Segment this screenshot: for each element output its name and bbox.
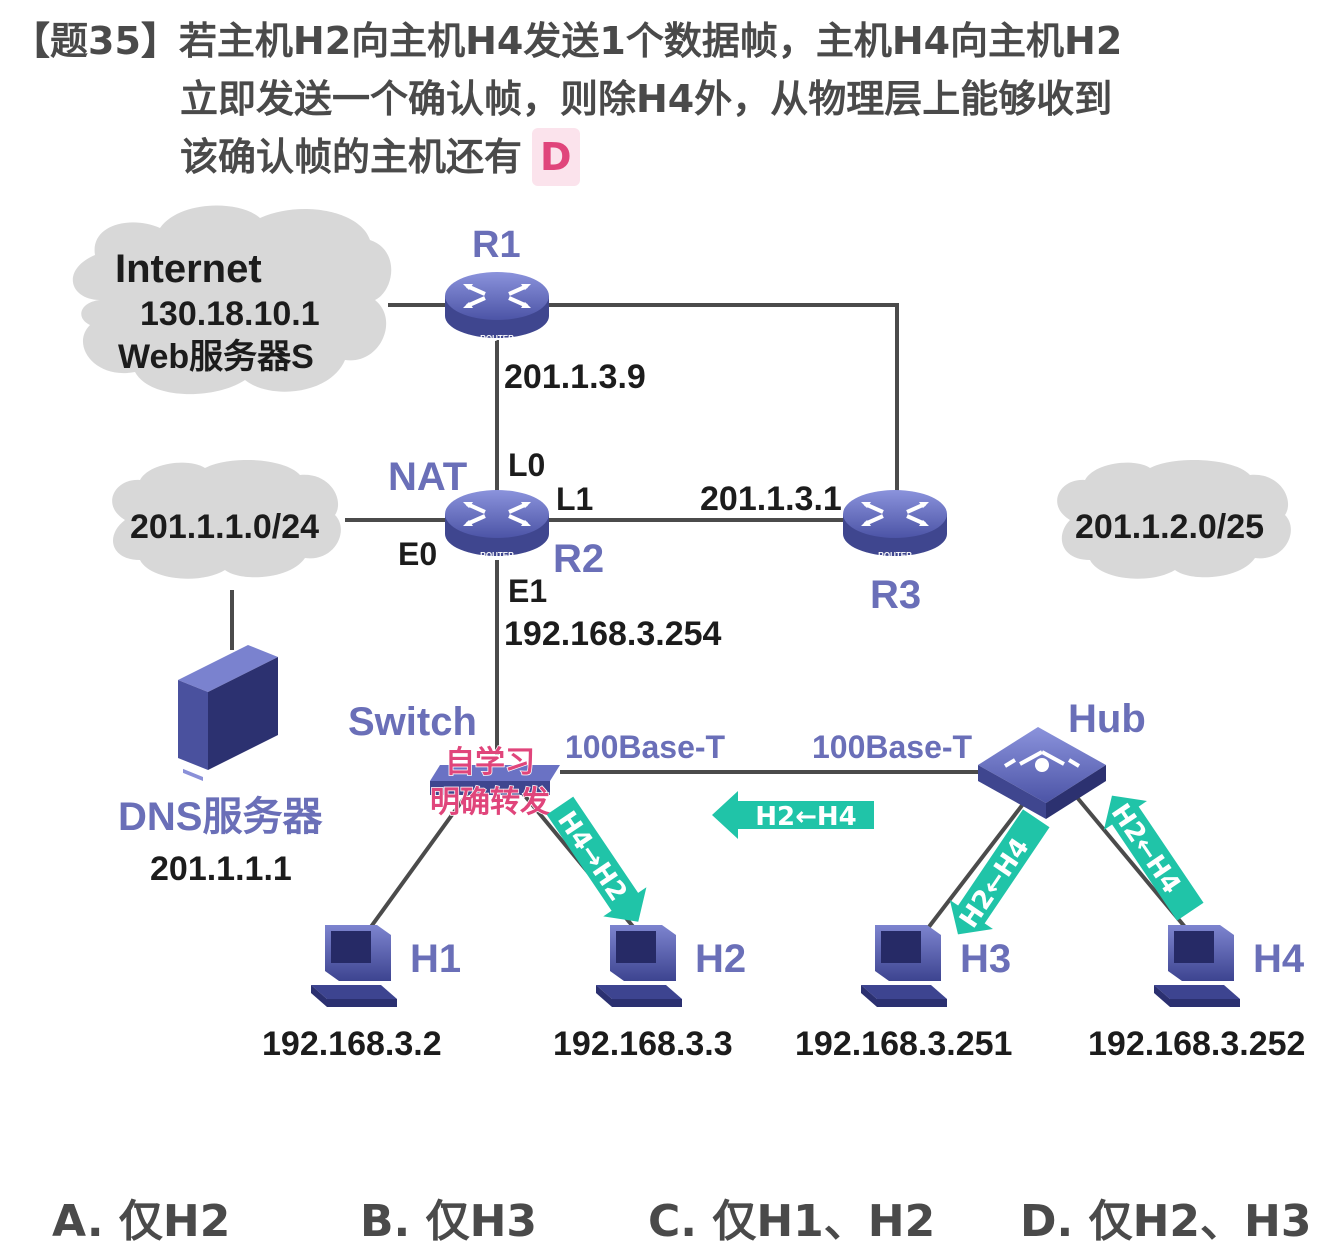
arrow-hub-to-h3: H2←H4 bbox=[949, 809, 1050, 935]
switch: Switch 自学习 明确转发 bbox=[348, 700, 560, 821]
option-a-letter: A. bbox=[52, 1196, 104, 1247]
host-h4-ip: 192.168.3.252 bbox=[1088, 1025, 1305, 1063]
lan1-label: 201.1.1.0/24 bbox=[130, 508, 319, 546]
option-d-text: 仅H2、H3 bbox=[1088, 1196, 1312, 1247]
option-b-letter: B. bbox=[360, 1196, 411, 1247]
host-h1: H1 192.168.3.2 bbox=[262, 925, 461, 1063]
lan1-cloud: 201.1.1.0/24 bbox=[112, 459, 341, 579]
host-h2-name: H2 bbox=[695, 937, 746, 981]
router-r1-icon-text: ROUTER bbox=[480, 334, 514, 343]
port-e0: E0 bbox=[398, 536, 437, 572]
internet-ip: 130.18.10.1 bbox=[140, 295, 320, 333]
host-h3: H3 192.168.3.251 bbox=[795, 925, 1012, 1063]
option-d-letter: D. bbox=[1020, 1196, 1074, 1247]
host-h2-ip: 192.168.3.3 bbox=[553, 1025, 733, 1063]
router-r1: ROUTER R1 201.1.3.9 bbox=[443, 224, 646, 396]
host-h3-name: H3 bbox=[960, 937, 1011, 981]
web-server-label: Web服务器S bbox=[118, 338, 314, 376]
option-b-text: 仅H3 bbox=[425, 1196, 538, 1247]
lan2-label: 201.1.2.0/25 bbox=[1075, 508, 1264, 546]
router-r3-name: R3 bbox=[870, 573, 921, 617]
arrow-switch-to-h2: H4→H2 bbox=[546, 796, 647, 922]
option-b[interactable]: B. 仅H3 bbox=[360, 1185, 537, 1249]
network-diagram: Internet 130.18.10.1 Web服务器S 201.1.1.0/2… bbox=[72, 205, 1305, 1063]
lan2-cloud: 201.1.2.0/25 bbox=[1057, 459, 1291, 579]
switch-name: Switch bbox=[348, 700, 477, 744]
hub-name: Hub bbox=[1068, 697, 1146, 741]
switch-note-1: 自学习 bbox=[445, 745, 535, 780]
router-r1-name: R1 bbox=[472, 224, 521, 266]
arrow-h4-to-hub-label: H2←H4 bbox=[1105, 799, 1187, 900]
dns-server: DNS服务器 201.1.1.1 bbox=[118, 645, 323, 888]
internet-title: Internet bbox=[115, 247, 262, 291]
dns-ip: 201.1.1.1 bbox=[150, 850, 292, 888]
router-r2: ROUTER NAT L0 L1 E0 R2 E1 192.168.3.254 bbox=[388, 447, 722, 653]
router-r3-ip: 201.1.3.1 bbox=[700, 480, 842, 518]
internet-cloud: Internet 130.18.10.1 Web服务器S bbox=[72, 205, 392, 395]
port-l1: L1 bbox=[556, 481, 593, 517]
host-h1-ip: 192.168.3.2 bbox=[262, 1025, 442, 1063]
option-a-text: 仅H2 bbox=[118, 1196, 231, 1247]
option-c-letter: C. bbox=[648, 1196, 698, 1247]
option-c-text: 仅H1、H2 bbox=[712, 1196, 936, 1247]
dns-name: DNS服务器 bbox=[118, 795, 323, 839]
option-a[interactable]: A. 仅H2 bbox=[52, 1185, 230, 1249]
option-c[interactable]: C. 仅H1、H2 bbox=[648, 1185, 935, 1249]
host-h4-name: H4 bbox=[1253, 937, 1305, 981]
option-d[interactable]: D. 仅H2、H3 bbox=[1020, 1185, 1311, 1249]
router-r1-ip: 201.1.3.9 bbox=[504, 358, 646, 396]
switch-note-2: 明确转发 bbox=[430, 785, 550, 820]
router-r2-name: R2 bbox=[553, 537, 604, 581]
router-r3: ROUTER 201.1.3.1 R3 bbox=[700, 480, 949, 617]
arrow-hub-to-h3-label: H2←H4 bbox=[954, 833, 1036, 934]
arrow-switch-to-h2-label: H4→H2 bbox=[551, 806, 633, 907]
router-r3-icon-text: ROUTER bbox=[878, 551, 912, 560]
arrow-hub-to-switch-label: H2←H4 bbox=[755, 802, 857, 832]
router-r2-icon-text: ROUTER bbox=[480, 551, 514, 560]
host-h1-name: H1 bbox=[410, 937, 461, 981]
nat-label: NAT bbox=[388, 455, 467, 499]
port-l0: L0 bbox=[508, 447, 545, 483]
host-h3-ip: 192.168.3.251 bbox=[795, 1025, 1012, 1063]
link-label-left: 100Base-T bbox=[565, 729, 726, 765]
port-e1: E1 bbox=[508, 573, 547, 609]
host-h2: H2 192.168.3.3 bbox=[553, 925, 746, 1063]
host-h4: H4 192.168.3.252 bbox=[1088, 925, 1305, 1063]
port-e1-ip: 192.168.3.254 bbox=[504, 615, 722, 653]
link-label-right: 100Base-T bbox=[812, 729, 973, 765]
arrow-h4-to-hub: H2←H4 bbox=[1103, 795, 1204, 921]
arrow-hub-to-switch: H2←H4 bbox=[712, 791, 874, 839]
